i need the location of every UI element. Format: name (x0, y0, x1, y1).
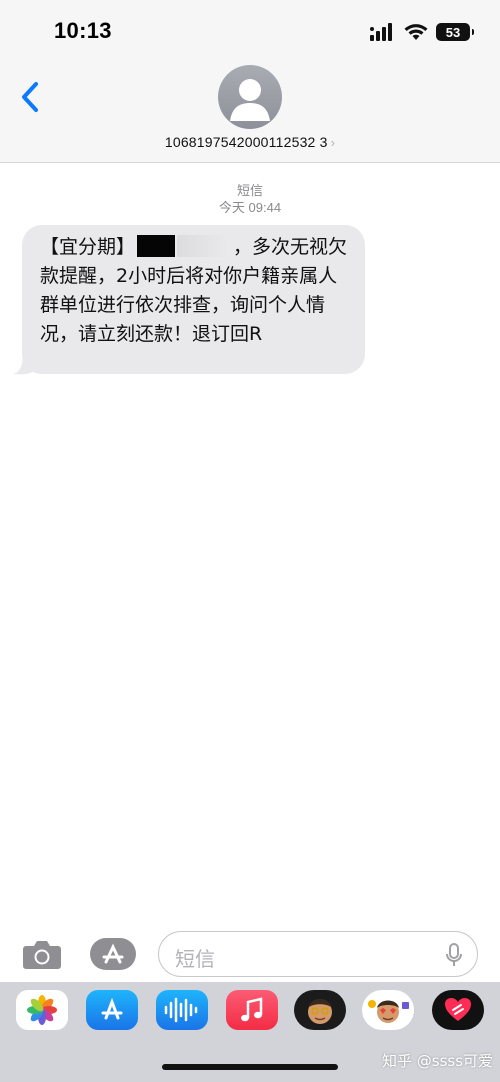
heart-icon (445, 998, 471, 1021)
status-time: 10:13 (54, 18, 112, 43)
message-input[interactable]: 短信 (158, 931, 478, 977)
digital-touch-app-icon[interactable] (432, 990, 484, 1030)
waveform-icon (164, 997, 198, 1023)
photos-flower-icon (27, 995, 57, 1025)
chevron-right-icon: › (330, 135, 336, 150)
memoji-app-icon[interactable] (294, 990, 346, 1030)
music-note-icon (241, 997, 263, 1022)
sticker-faces-icon (368, 1000, 409, 1023)
battery-icon: 53 (436, 23, 474, 41)
music-app-icon[interactable] (226, 990, 278, 1030)
incoming-message-bubble[interactable]: 【宜分期】 ，多次无视欠款提醒，2小时后将对你户籍亲属人群单位进行依次排查，询问个… (22, 225, 365, 374)
redacted-block (137, 235, 176, 257)
watermark: 知乎 @ssss可爱 (382, 1052, 494, 1070)
contact-avatar[interactable] (218, 65, 282, 129)
home-indicator[interactable] (162, 1064, 338, 1070)
app-store-app-icon[interactable] (86, 990, 138, 1030)
photos-app-icon[interactable] (16, 990, 68, 1030)
cellular-signal-icon (370, 23, 392, 41)
wifi-icon (404, 24, 428, 40)
memoji-face-icon (308, 999, 332, 1024)
back-chevron-icon[interactable] (16, 80, 46, 114)
audio-message-app-icon[interactable] (156, 990, 208, 1030)
app-store-icon (102, 943, 124, 964)
app-store-glyph-icon (101, 997, 123, 1020)
person-silhouette-icon (230, 79, 270, 121)
memoji-stickers-app-icon[interactable] (362, 990, 414, 1030)
status-icons: 53 (370, 20, 474, 44)
message-sender-tag: 【宜分期】 (40, 236, 136, 258)
status-bar: 10:13 53 (0, 0, 500, 62)
message-input-placeholder: 短信 (175, 947, 215, 971)
compose-bar: 短信 (0, 928, 500, 980)
conversation-header: 10:13 53 1068197542000112532 3 › (0, 0, 500, 163)
app-store-button[interactable] (90, 938, 136, 970)
camera-icon[interactable] (22, 938, 62, 970)
battery-level: 53 (445, 24, 461, 40)
redacted-block-light (177, 235, 228, 257)
message-timestamp: 今天 09:44 (218, 200, 282, 215)
microphone-icon[interactable] (445, 943, 463, 967)
contact-number: 1068197542000112532 3 (164, 134, 328, 150)
contact-name[interactable]: 1068197542000112532 3 › (0, 134, 500, 150)
